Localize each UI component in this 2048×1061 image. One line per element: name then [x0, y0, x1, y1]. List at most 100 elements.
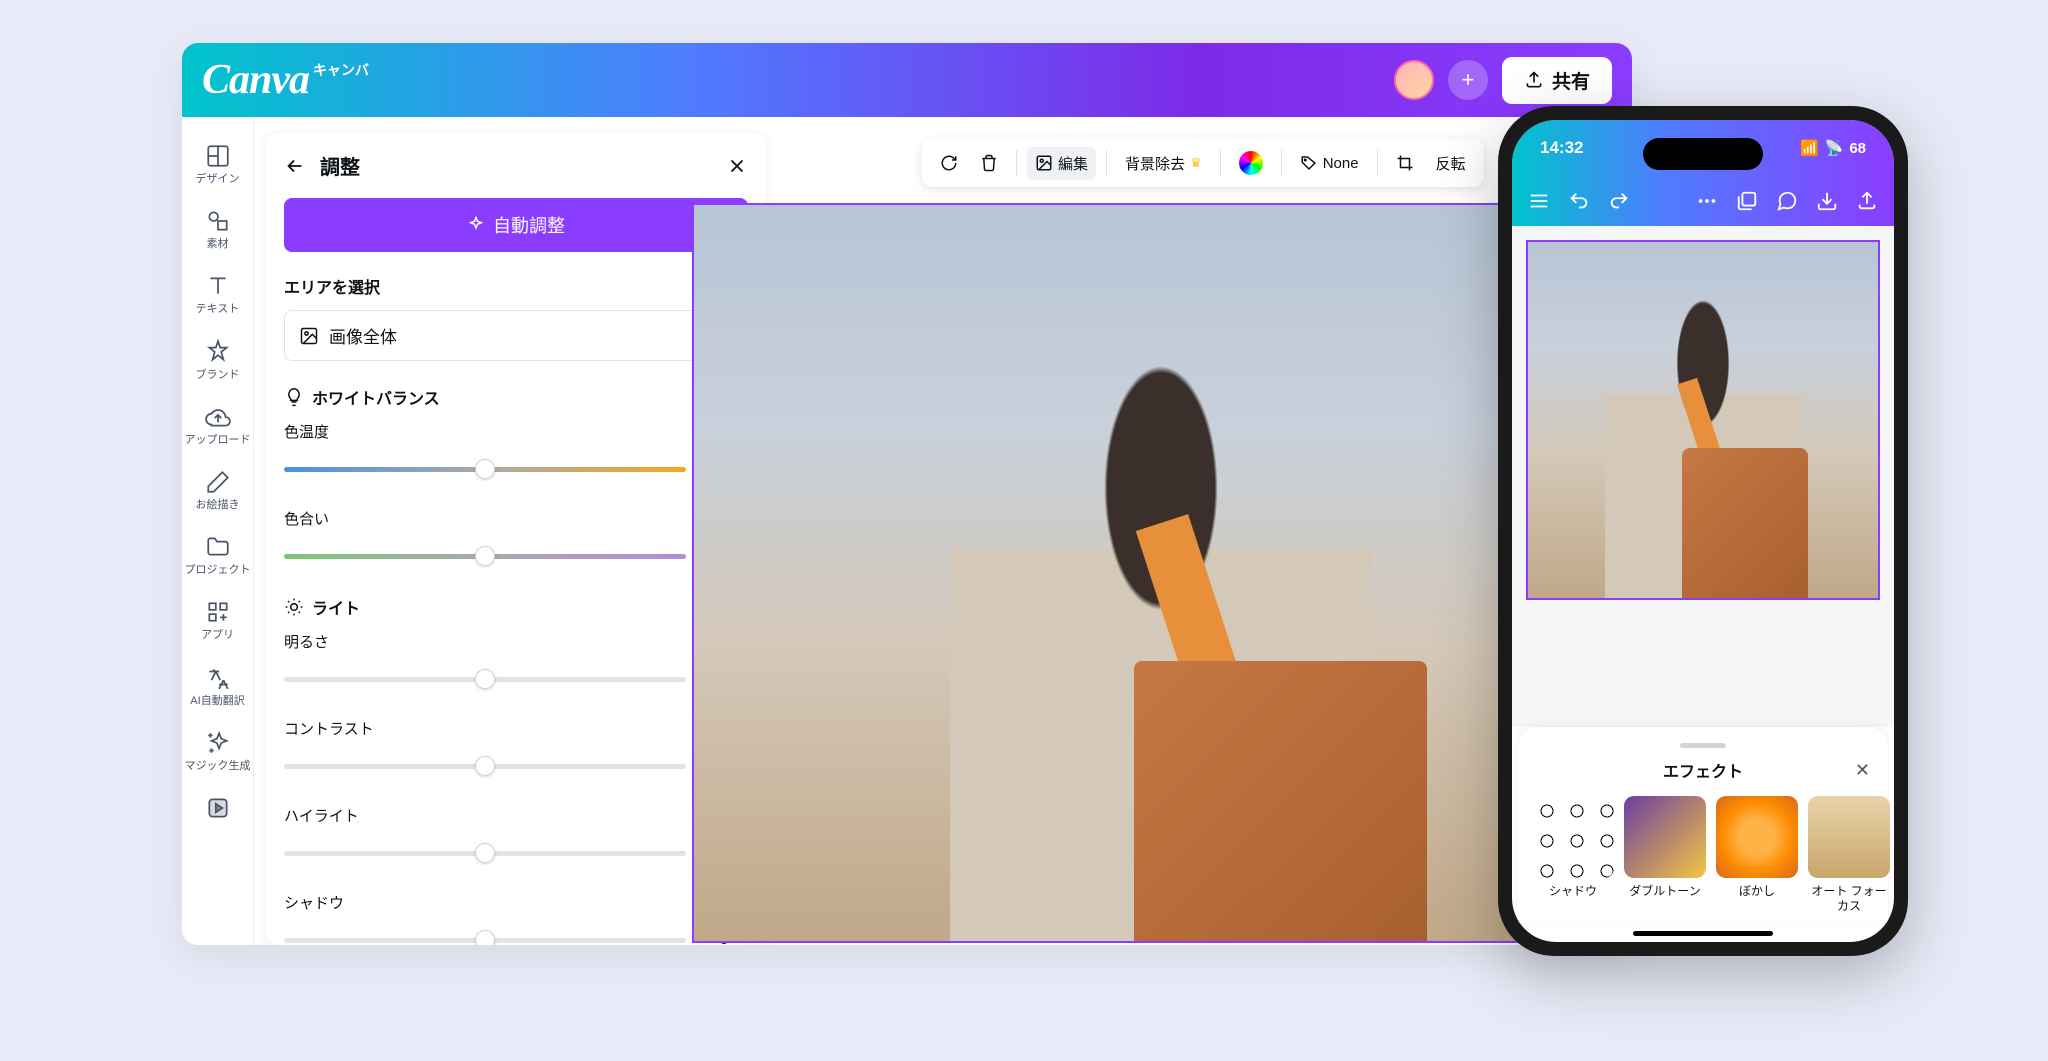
folder-icon: [205, 534, 231, 560]
phone-canvas: [1512, 226, 1894, 727]
flip-button[interactable]: 反転: [1428, 147, 1474, 180]
slider-thumb[interactable]: [475, 546, 495, 566]
slider-thumb[interactable]: [475, 459, 495, 479]
slider-track[interactable]: [284, 554, 686, 559]
effect-thumbnail: [1808, 796, 1890, 878]
sidebar-item-apps[interactable]: アプリ: [185, 591, 251, 650]
apps-icon: [205, 599, 231, 625]
sidebar-item-draw[interactable]: お絵描き: [185, 461, 251, 520]
upload-icon: [1524, 70, 1544, 90]
back-arrow-icon[interactable]: [284, 155, 306, 177]
area-select-value: 画像全体: [329, 323, 397, 348]
edit-button[interactable]: 編集: [1027, 147, 1096, 180]
slider-label: コントラスト: [284, 718, 748, 739]
effect-label: オート フォーカス: [1808, 884, 1890, 913]
sheet-close-button[interactable]: ✕: [1855, 760, 1870, 781]
auto-adjust-button[interactable]: 自動調整: [284, 198, 748, 252]
slider-thumb[interactable]: [475, 843, 495, 863]
auto-adjust-label: 自動調整: [493, 212, 565, 238]
slider-tint: 色合い 0: [284, 508, 748, 575]
sidebar-label: AI自動翻訳: [190, 695, 244, 708]
color-button[interactable]: [1231, 145, 1271, 181]
sidebar-label: アップロード: [185, 434, 251, 447]
sidebar-item-brand[interactable]: ブランド: [185, 331, 251, 390]
sidebar-item-upload[interactable]: アップロード: [185, 396, 251, 455]
pencil-icon: [205, 469, 231, 495]
left-sidebar: デザイン 素材 テキスト ブランド アップロード お絵描き プロジェクト アプ: [182, 117, 254, 945]
slider-label: 色温度: [284, 421, 748, 442]
crop-button[interactable]: [1388, 148, 1422, 178]
effects-none-button[interactable]: None: [1292, 148, 1367, 178]
slider-track[interactable]: [284, 851, 686, 856]
delete-button[interactable]: [972, 148, 1006, 178]
canvas-image[interactable]: [692, 203, 1612, 943]
slider-contrast: コントラスト 0: [284, 718, 748, 785]
effects-bottom-sheet: エフェクト ✕ シャドウ ダブルトーン ぼかし オート フォー: [1518, 727, 1888, 923]
menu-icon[interactable]: [1528, 190, 1550, 212]
share-icon[interactable]: [1856, 190, 1878, 212]
share-button[interactable]: 共有: [1502, 57, 1612, 104]
effect-autofocus[interactable]: オート フォーカス: [1808, 796, 1890, 913]
effect-duotone[interactable]: ダブルトーン: [1624, 796, 1706, 913]
tag-icon: [1300, 154, 1318, 172]
sheet-drag-handle[interactable]: [1680, 743, 1726, 748]
translate-icon: [205, 665, 231, 691]
download-icon[interactable]: [1816, 190, 1838, 212]
sidebar-item-projects[interactable]: プロジェクト: [185, 526, 251, 585]
sync-button[interactable]: [932, 148, 966, 178]
slider-thumb[interactable]: [475, 669, 495, 689]
phone-toolbar: [1512, 176, 1894, 226]
sidebar-item-elements[interactable]: 素材: [185, 200, 251, 259]
play-icon: [205, 795, 231, 821]
photo-bag: [1134, 661, 1427, 941]
slider-label: 明るさ: [284, 631, 748, 652]
wifi-icon: 📡: [1825, 139, 1844, 157]
cloud-upload-icon: [205, 404, 231, 430]
sidebar-item-translate[interactable]: AI自動翻訳: [185, 657, 251, 716]
phone-canvas-image[interactable]: [1526, 240, 1880, 600]
edit-label: 編集: [1058, 153, 1088, 174]
undo-icon[interactable]: [1568, 190, 1590, 212]
slider-thumb[interactable]: [475, 930, 495, 945]
phone-screen: 14:32 📶 📡 68: [1512, 120, 1894, 942]
canvas-area: [692, 203, 1612, 925]
user-avatar[interactable]: [1394, 60, 1434, 100]
sidebar-item-text[interactable]: テキスト: [185, 265, 251, 324]
refresh-icon: [940, 154, 958, 172]
crown-icon: ♛: [1190, 155, 1202, 171]
sidebar-item-design[interactable]: デザイン: [185, 135, 251, 194]
slider-track[interactable]: [284, 677, 686, 682]
slider-label: シャドウ: [284, 892, 748, 913]
slider-temperature: 色温度 0: [284, 421, 748, 488]
logo: Canva キャンバ: [202, 56, 369, 104]
close-icon[interactable]: [726, 155, 748, 177]
sidebar-item-more[interactable]: [185, 787, 251, 829]
flip-label: 反転: [1436, 153, 1466, 174]
slider-highlight: ハイライト 0: [284, 805, 748, 872]
slider-thumb[interactable]: [475, 756, 495, 776]
photo-bag: [1682, 448, 1808, 598]
separator: [1106, 150, 1107, 176]
effect-shadow[interactable]: シャドウ: [1532, 796, 1614, 913]
bulb-icon: [284, 387, 304, 407]
area-select-dropdown[interactable]: 画像全体: [284, 310, 748, 361]
sheet-header: エフェクト ✕: [1532, 758, 1874, 782]
slider-track[interactable]: [284, 938, 686, 943]
battery-level: 68: [1849, 140, 1866, 157]
adjustment-panel: 調整 自動調整 エリアを選択 画像全体 ホワイトバランス 色温度 0 色合い: [266, 133, 766, 945]
sidebar-item-magic[interactable]: マジック生成: [185, 722, 251, 781]
shapes-icon: [205, 208, 231, 234]
home-indicator[interactable]: [1633, 931, 1773, 936]
bg-remove-button[interactable]: 背景除去 ♛: [1117, 147, 1210, 180]
slider-track[interactable]: [284, 467, 686, 472]
more-icon[interactable]: [1696, 190, 1718, 212]
redo-icon[interactable]: [1608, 190, 1630, 212]
pages-icon[interactable]: [1736, 190, 1758, 212]
effect-blur[interactable]: ぼかし: [1716, 796, 1798, 913]
panel-header: 調整: [284, 151, 748, 180]
panel-title: 調整: [320, 151, 360, 180]
comment-icon[interactable]: [1776, 190, 1798, 212]
add-button[interactable]: +: [1448, 60, 1488, 100]
sidebar-label: お絵描き: [196, 499, 240, 512]
slider-track[interactable]: [284, 764, 686, 769]
